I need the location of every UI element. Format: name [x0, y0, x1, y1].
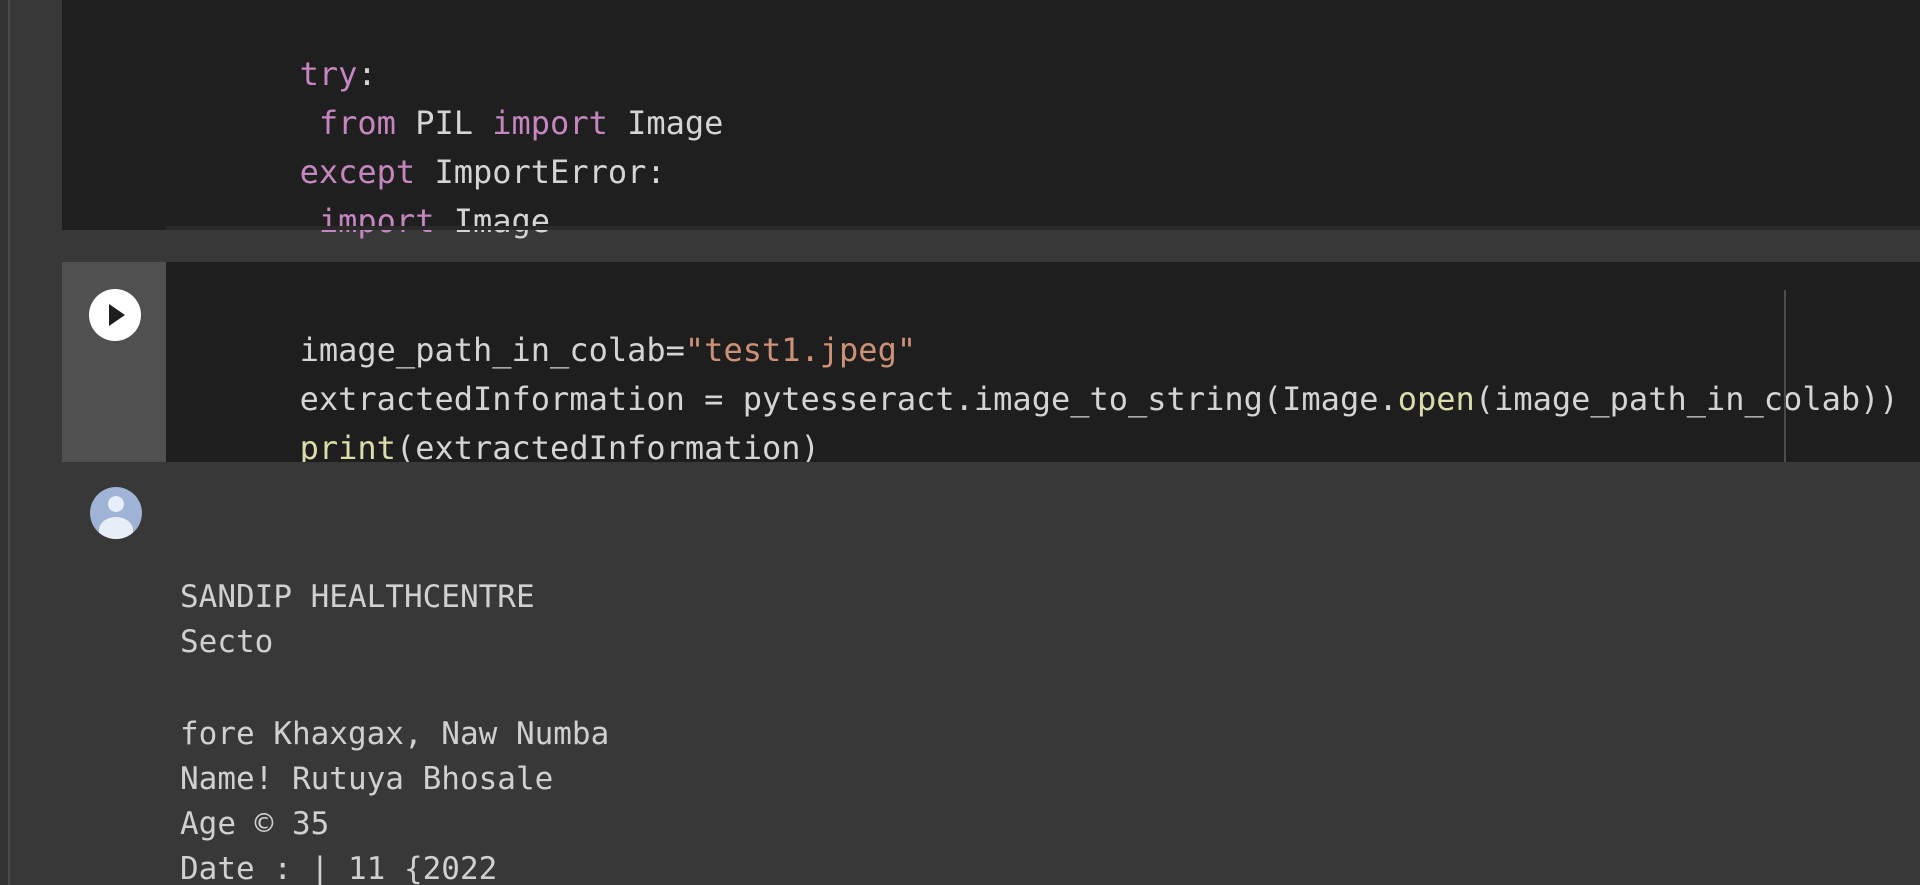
- code-cell-ocr[interactable]: image_path_in_colab="test1.jpeg" extract…: [62, 262, 1920, 467]
- code-function: open: [1397, 380, 1475, 418]
- output-line: Age © 35: [180, 806, 330, 842]
- code-name: Image: [434, 202, 551, 240]
- user-avatar-icon: [90, 487, 142, 539]
- cell-divider: [166, 226, 1920, 230]
- output-line: Date : | 11 {2022: [180, 851, 498, 885]
- cell-output: SANDIP HEALTHCENTRE Secto fore Khaxgax, …: [62, 462, 1920, 885]
- notebook-page: try: from PIL import Image except Import…: [0, 0, 1920, 885]
- code-args: (image_path_in_colab)): [1474, 380, 1899, 418]
- run-cell-button[interactable]: [89, 289, 141, 341]
- left-border: [0, 0, 10, 885]
- cell-gutter: [62, 0, 166, 230]
- run-gutter: [62, 262, 166, 462]
- output-line: Secto: [180, 624, 274, 660]
- code-cell-imports[interactable]: try: from PIL import Image except Import…: [62, 0, 1920, 240]
- output-line: fore Khaxgax, Naw Numba: [180, 716, 610, 752]
- output-line: SANDIP HEALTHCENTRE: [180, 579, 535, 615]
- line-length-ruler: [1784, 290, 1786, 462]
- play-icon: [109, 304, 125, 326]
- keyword-import: import: [318, 202, 435, 240]
- output-line: Name! Rutuya Bhosale: [180, 761, 554, 797]
